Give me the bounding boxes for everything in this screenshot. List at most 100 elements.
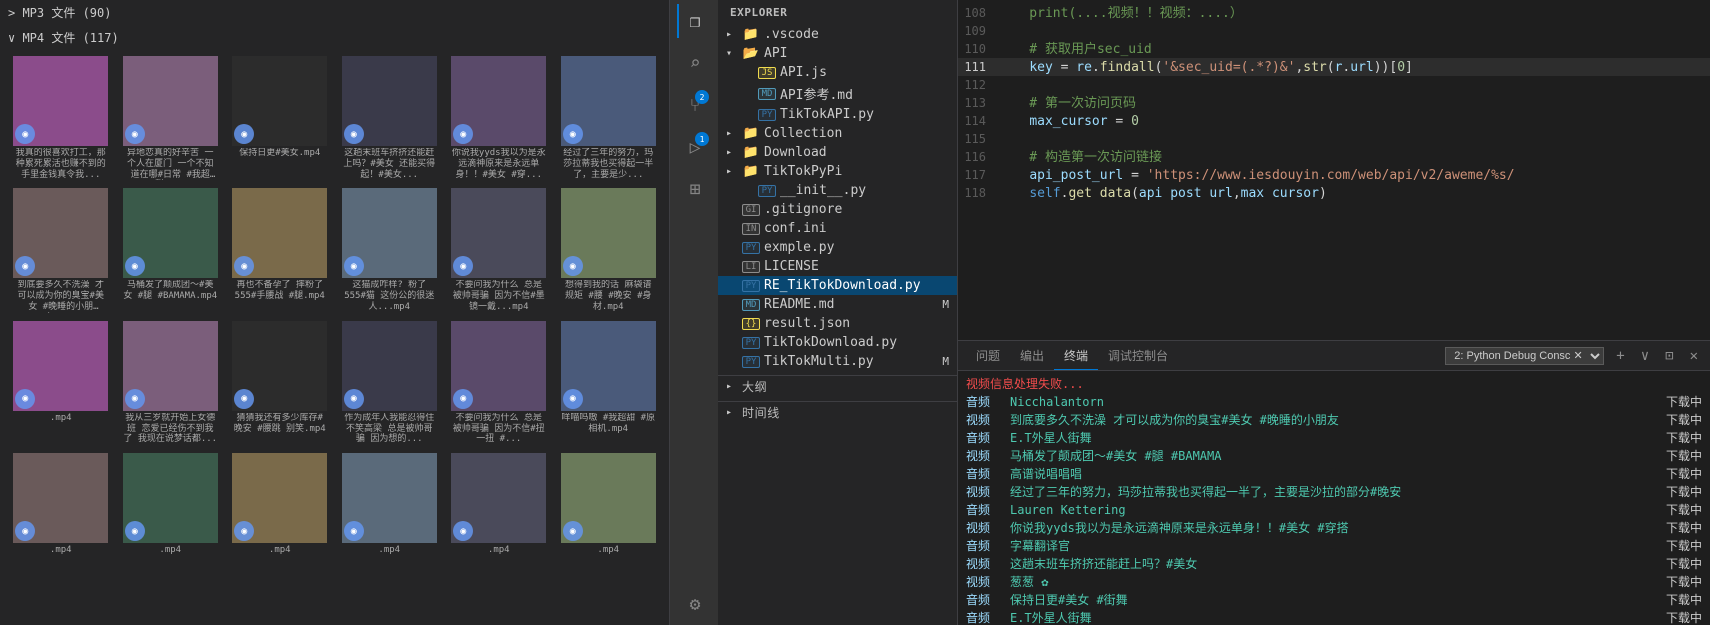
- terminal-status: 下载中: [1666, 555, 1702, 573]
- line-number: 118: [958, 184, 998, 202]
- explorer-icon[interactable]: ❐: [677, 4, 711, 38]
- file-type-icon: ◉: [563, 521, 583, 541]
- debug-icon[interactable]: ▷1: [677, 130, 711, 164]
- explorer-item-name: TikTokDownload.py: [764, 335, 957, 350]
- file-thumbnail: ◉: [232, 188, 327, 278]
- terminal-ctrl-3[interactable]: ✕: [1686, 348, 1702, 364]
- explorer-section-daxue[interactable]: ▸大纲: [718, 375, 957, 397]
- explorer-item-exmple-py[interactable]: PYexmple.py: [718, 238, 957, 257]
- file-type-icon: JS: [758, 67, 776, 79]
- list-item[interactable]: ◉想得到我的话 麻袋谱规矩 #腰 #晚安 #身材.mp4: [556, 186, 662, 314]
- file-group-mp4[interactable]: ∨ MP4 文件 (117): [0, 25, 669, 50]
- explorer-item-conf-ini[interactable]: INconf.ini: [718, 219, 957, 238]
- line-number: 114: [958, 112, 998, 130]
- explorer-item-name: Collection: [764, 126, 957, 141]
- file-type-icon: ◉: [344, 124, 364, 144]
- terminal-tab-terminal[interactable]: 终端: [1054, 341, 1098, 370]
- line-number: 110: [958, 40, 998, 58]
- explorer-item-name: README.md: [764, 297, 942, 312]
- list-item[interactable]: ◉我真的很喜欢打工，那种累死累活也赚不到的手里金钱真令我...: [8, 54, 114, 182]
- line-content: print(....视频！！视频：....）: [998, 5, 1710, 23]
- list-item[interactable]: ◉保持日更#美女.mp4: [227, 54, 333, 182]
- list-item[interactable]: ◉我从三岁就开始上女德班 恋爱已经伤不到我了 我现在说梦话都...: [118, 319, 224, 447]
- terminal-media-type: 音频: [966, 537, 1002, 555]
- explorer-item-download[interactable]: ▸📁Download: [718, 143, 957, 162]
- source-control-icon[interactable]: ⑂2: [677, 88, 711, 122]
- list-item[interactable]: ◉.mp4: [337, 451, 443, 558]
- file-thumbnail: ◉: [123, 56, 218, 146]
- file-type-icon: GI: [742, 204, 760, 216]
- list-item[interactable]: ◉这猫成咋样? 粉了555#猫 这份公的很迷人...mp4: [337, 186, 443, 314]
- file-label: 马桶发了颠成团～#美女 #腿 #BAMAMA.mp4: [123, 280, 218, 302]
- explorer-item-gitignore[interactable]: GI.gitignore: [718, 200, 957, 219]
- explorer-item-tiktokapi-py[interactable]: PYTikTokAPI.py: [718, 105, 957, 124]
- chevron-icon: ▸: [726, 29, 742, 40]
- list-item[interactable]: ◉作为成年人我能忍得住不笑高梁 总是被帅哥骗 因为想的...: [337, 319, 443, 447]
- list-item[interactable]: ◉经过了三年的努力，玛莎拉蒂我也买得起一半了，主要是少...: [556, 54, 662, 182]
- terminal-media-type: 视频: [966, 519, 1002, 537]
- search-icon[interactable]: ⌕: [677, 46, 711, 80]
- file-thumbnail: ◉: [232, 453, 327, 543]
- explorer-item-tiktokdownload-py[interactable]: PY TikTokDownload.py: [718, 333, 957, 352]
- explorer-item-api[interactable]: ▾📂API: [718, 44, 957, 63]
- terminal-tab-debug[interactable]: 调试控制台: [1098, 341, 1178, 370]
- list-item[interactable]: ◉咩喵吗嗷 #我超甜 #原相机.mp4: [556, 319, 662, 447]
- explorer-item-collection[interactable]: ▸📁Collection: [718, 124, 957, 143]
- explorer-item-tiktokpypi[interactable]: ▸📁TikTokPyPi: [718, 162, 957, 181]
- line-content: max_cursor = 0: [998, 113, 1710, 131]
- list-item[interactable]: ◉再也不备孕了 摔粉了555#手腰战 #腿.mp4: [227, 186, 333, 314]
- list-item[interactable]: ◉不要问我为什么 总是被帅哥骗 因为不信#墨镜一戴...mp4: [446, 186, 552, 314]
- file-label: .mp4: [488, 545, 510, 556]
- terminal-status: 下载中: [1666, 537, 1702, 555]
- list-item[interactable]: ◉你说我yyds我以为是永远滴神原来是永远单身！！#美女 #穿...: [446, 54, 552, 182]
- line-content: # 获取用户sec_uid: [998, 41, 1710, 59]
- explorer-item-license[interactable]: LILICENSE: [718, 257, 957, 276]
- explorer-item-result-json[interactable]: {}result.json: [718, 314, 957, 333]
- file-type-icon: MD: [742, 299, 760, 311]
- explorer-item-api-js[interactable]: JSAPI.js: [718, 63, 957, 82]
- terminal-content: 视频信息处理失败...音频Nicchalantorn下载中视频到底要多久不洗澡 …: [958, 371, 1710, 625]
- list-item[interactable]: ◉.mp4: [446, 451, 552, 558]
- terminal-tab-output[interactable]: 编出: [1010, 341, 1054, 370]
- explorer-item-vscode[interactable]: ▸📁.vscode: [718, 25, 957, 44]
- extensions-icon[interactable]: ⊞: [677, 172, 711, 206]
- list-item[interactable]: ◉.mp4: [118, 451, 224, 558]
- list-item[interactable]: ◉猜猜我还有多少库存#晚安 #腰跳 别笑.mp4: [227, 319, 333, 447]
- explorer-section-timeline[interactable]: ▸时间线: [718, 401, 957, 423]
- list-item[interactable]: ◉这趟末班车挤挤还能赶上吗？#美女 还能买得起！#美女...: [337, 54, 443, 182]
- list-item[interactable]: ◉.mp4: [8, 319, 114, 447]
- terminal-ctrl-0[interactable]: +: [1612, 348, 1628, 364]
- list-item[interactable]: ◉不要问我为什么 总是被帅哥骗 因为不信#扭一扭 #...: [446, 319, 552, 447]
- terminal-ctrl-1[interactable]: ∨: [1637, 348, 1653, 364]
- list-item[interactable]: ◉马桶发了颠成团～#美女 #腿 #BAMAMA.mp4: [118, 186, 224, 314]
- line-number: 108: [958, 4, 998, 22]
- explorer-item-readme[interactable]: MDREADME.mdM: [718, 295, 957, 314]
- list-item[interactable]: ◉异地恋真的好辛苦 一个人在厦门 一个不知道在哪#日常 #我超甜.mp4: [118, 54, 224, 182]
- file-label: 猜猜我还有多少库存#晚安 #腰跳 别笑.mp4: [232, 413, 327, 435]
- file-type-icon: PY: [742, 337, 760, 349]
- list-item[interactable]: ◉.mp4: [556, 451, 662, 558]
- explorer-item-tiktokmulti-py[interactable]: PYTikTokMulti.pyM: [718, 352, 957, 371]
- terminal-session-select[interactable]: 2: Python Debug Consc ✕: [1445, 347, 1604, 365]
- terminal-tab-problems[interactable]: 问题: [966, 341, 1010, 370]
- terminal-line: 视频马桶发了颠成团～#美女 #腿 #BAMAMA下载中: [966, 447, 1702, 465]
- file-label: .mp4: [159, 545, 181, 556]
- list-item[interactable]: ◉到底要多久不洗澡 才可以成为你的臭宝#美女 #晚睡的小朋友.mp4: [8, 186, 114, 314]
- line-number: 111: [958, 58, 998, 76]
- terminal-ctrl-2[interactable]: ⊡: [1661, 348, 1677, 364]
- notification-badge: 1: [695, 132, 709, 146]
- list-item[interactable]: ◉.mp4: [8, 451, 114, 558]
- explorer-item-init-py[interactable]: PY__init__.py: [718, 181, 957, 200]
- terminal-media-type: 音频: [966, 501, 1002, 519]
- file-group-mp3[interactable]: > MP3 文件 (90): [0, 0, 669, 25]
- file-type-icon: ◉: [563, 124, 583, 144]
- explorer-item-api-ref[interactable]: MDAPI参考.md: [718, 82, 957, 105]
- settings-icon[interactable]: ⚙: [677, 587, 711, 621]
- file-type-icon: 📁: [742, 145, 760, 160]
- terminal-line: 音频Nicchalantorn下载中: [966, 393, 1702, 411]
- file-thumbnail: ◉: [451, 188, 546, 278]
- list-item[interactable]: ◉.mp4: [227, 451, 333, 558]
- code-line: 116 # 构造第一次访问链接: [958, 148, 1710, 166]
- file-label: .mp4: [50, 413, 72, 424]
- explorer-item-re-tiktok[interactable]: PYRE_TikTokDownload.py: [718, 276, 957, 295]
